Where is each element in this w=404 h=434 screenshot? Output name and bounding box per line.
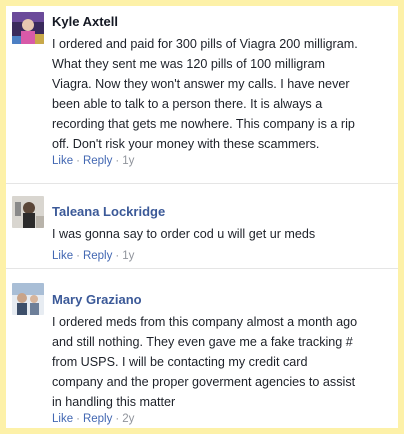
comment-text-line: and still nothing. They even gave me a f… [52,335,353,349]
comment-actions: Like · Reply · 2y [52,413,134,425]
comment-author[interactable]: Kyle Axtell [52,14,118,29]
comment-text: I was gonna say to order cod u will get … [52,224,392,244]
comment-text-line: from USPS. I will be contacting my credi… [52,355,308,369]
comment-actions: Like · Reply · 1y [52,155,134,167]
separator: · [115,155,120,167]
separator: · [115,250,120,262]
comment-age[interactable]: 1y [122,155,134,167]
reply-link[interactable]: Reply [83,155,112,167]
like-link[interactable]: Like [52,250,73,262]
avatar-image [12,283,44,315]
avatar[interactable] [12,12,44,44]
avatar-image [12,12,44,44]
comment-text-line: I ordered and paid for 300 pills of Viag… [52,37,358,51]
comment-text-line: been able to talk to a person there. It … [52,97,323,111]
comment-text-line: in handling this matter [52,395,176,409]
comment-author[interactable]: Taleana Lockridge [52,204,165,219]
comment-text-line: I ordered meds from this company almost … [52,315,358,329]
comment-text: I ordered meds from this company almost … [52,312,392,412]
separator: · [76,413,80,425]
comment-age[interactable]: 2y [122,413,134,425]
avatar[interactable] [12,283,44,315]
comment-age[interactable]: 1y [122,250,134,262]
comment-text-line: I was gonna say to order cod u will get … [52,227,316,241]
separator: · [115,413,120,425]
comment-actions: Like · Reply · 1y [52,250,134,262]
comment-text-line: Viagra. Now they won't answer my calls. … [52,77,350,91]
comment-text-line: company and the proper goverment agencie… [52,375,356,389]
comment-item: Kyle Axtell I ordered and paid for 300 p… [6,6,398,176]
like-link[interactable]: Like [52,413,73,425]
separator: · [76,250,80,262]
comment-text: I ordered and paid for 300 pills of Viag… [52,34,392,154]
highlight-frame: Kyle Axtell I ordered and paid for 300 p… [0,0,404,434]
comment-author[interactable]: Mary Graziano [52,292,142,307]
avatar-image [12,196,44,228]
comment-item: Mary Graziano I ordered meds from this c… [6,269,398,428]
like-link[interactable]: Like [52,155,73,167]
reply-link[interactable]: Reply [83,413,112,425]
comment-text-line: off. Don't risk your money with these sc… [52,137,320,151]
avatar[interactable] [12,196,44,228]
reply-link[interactable]: Reply [83,250,112,262]
separator: · [76,155,80,167]
comment-text-line: What they sent me was 120 pills of 100 m… [52,57,325,71]
comments-panel: Kyle Axtell I ordered and paid for 300 p… [6,6,398,428]
comment-item: Taleana Lockridge I was gonna say to ord… [6,184,398,268]
comment-text-line: recording that gets me nowhere. This com… [52,117,355,131]
